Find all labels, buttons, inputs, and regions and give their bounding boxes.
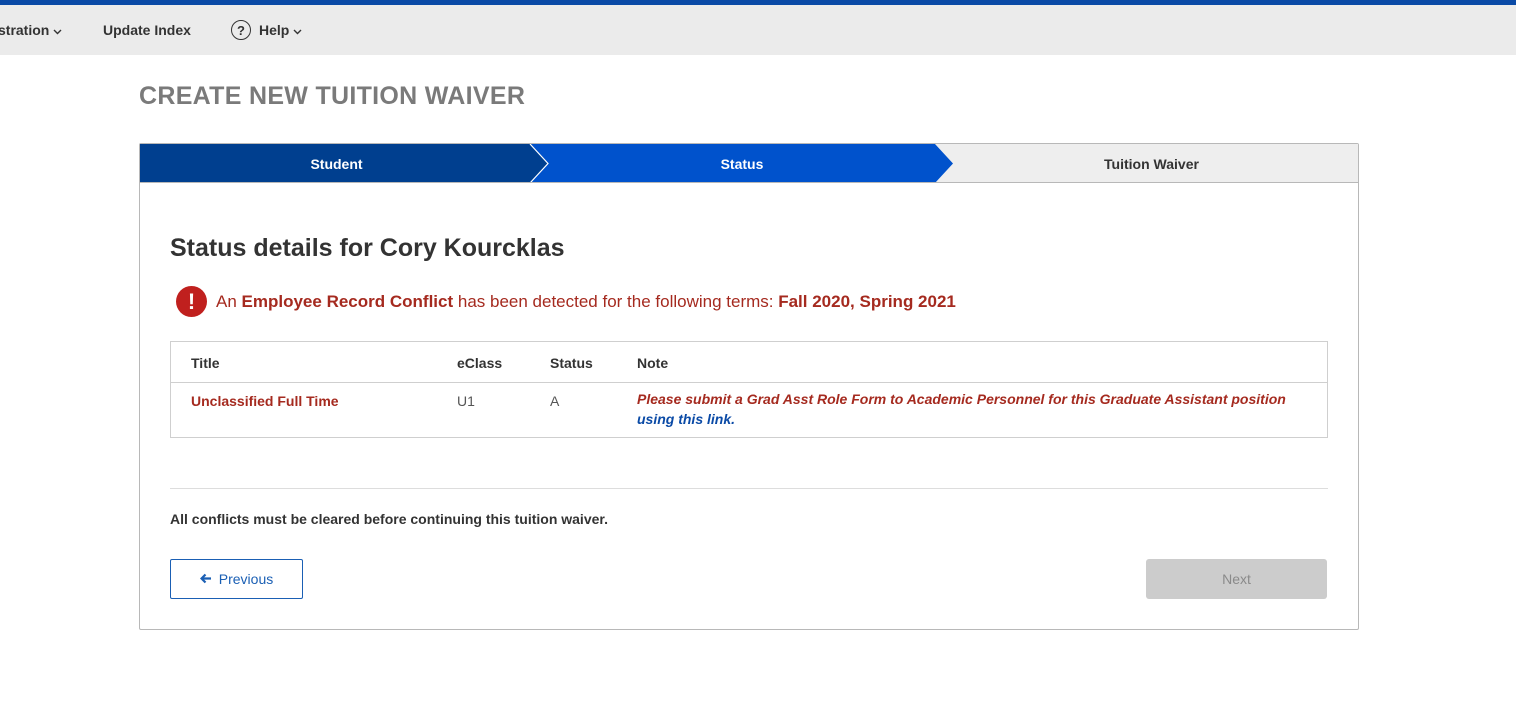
column-header-note: Note xyxy=(637,355,669,371)
alert-terms: Fall 2020, Spring 2021 xyxy=(778,291,956,311)
chevron-down-icon xyxy=(53,22,62,38)
section-divider xyxy=(170,488,1328,489)
wizard-step-status: Status xyxy=(720,155,764,172)
conflict-alert: ! An Employee Record Conflict has been d… xyxy=(176,286,956,317)
status-heading: Status details for Cory Kourcklas xyxy=(170,234,565,263)
next-button-label: Next xyxy=(1222,571,1251,587)
next-button[interactable]: Next xyxy=(1146,559,1327,599)
table-header-row: Title eClass Status Note xyxy=(171,342,1327,383)
nav-update-index-link[interactable]: Update Index xyxy=(103,5,191,55)
previous-button-label: Previous xyxy=(218,571,274,587)
nav-help-label: Help xyxy=(259,22,290,38)
wizard-step-student: Student xyxy=(310,155,363,172)
nav-update-index-label: Update Index xyxy=(103,22,191,38)
status-heading-prefix: Status details for xyxy=(170,234,380,262)
role-form-link[interactable]: using this link xyxy=(637,411,731,427)
student-name: Cory Kourcklas xyxy=(379,234,565,262)
cell-title: Unclassified Full Time xyxy=(191,393,339,409)
chevron-down-icon xyxy=(293,22,302,38)
nav-help-menu[interactable]: ? Help xyxy=(231,5,302,55)
note-end: . xyxy=(731,411,736,427)
alert-text: An Employee Record Conflict has been det… xyxy=(216,292,956,312)
wizard-step-tuition-waiver: Tuition Waiver xyxy=(1104,155,1199,172)
column-header-title: Title xyxy=(191,355,220,371)
exclamation-circle-icon: ! xyxy=(176,286,207,317)
column-header-status: Status xyxy=(550,355,593,371)
alert-text-part: An xyxy=(216,291,242,311)
page-title: CREATE NEW TUITION WAIVER xyxy=(139,82,526,110)
employee-record-table: Title eClass Status Note Unclassified Fu… xyxy=(170,341,1328,438)
arrow-left-icon xyxy=(199,571,212,588)
alert-conflict-type: Employee Record Conflict xyxy=(241,291,454,311)
tuition-waiver-card: Student Status Tuition Waiver Status det… xyxy=(139,143,1359,630)
nav-administration-label: stration xyxy=(0,22,50,38)
conflict-requirement-message: All conflicts must be cleared before con… xyxy=(170,511,608,527)
wizard-progress-bar: Student Status Tuition Waiver xyxy=(140,144,1358,183)
cell-note: Please submit a Grad Asst Role Form to A… xyxy=(637,389,1297,429)
cell-eclass: U1 xyxy=(457,393,475,409)
top-navbar: stration Update Index ? Help xyxy=(0,5,1516,55)
previous-button[interactable]: Previous xyxy=(170,559,303,599)
column-header-eclass: eClass xyxy=(457,355,503,371)
alert-text-part: has been detected for the following term… xyxy=(453,291,779,311)
note-text: Please submit a Grad Asst Role Form to A… xyxy=(637,391,1286,407)
cell-status: A xyxy=(550,393,560,409)
question-circle-icon: ? xyxy=(231,20,251,40)
nav-administration-menu[interactable]: stration xyxy=(0,5,62,55)
